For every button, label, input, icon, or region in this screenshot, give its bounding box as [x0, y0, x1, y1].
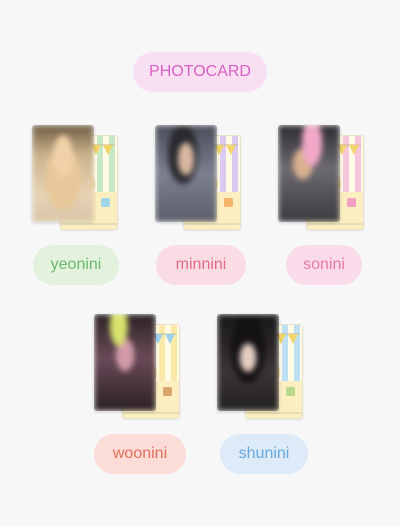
member-photo — [278, 125, 340, 222]
member-name-pill-sonini[interactable]: sonini — [286, 245, 362, 285]
photocard-set-woonini[interactable] — [94, 314, 204, 426]
member-name-pill-woonini[interactable]: woonini — [94, 434, 186, 474]
photocard-set-yeonini[interactable] — [32, 125, 142, 237]
photocard-title: PHOTOCARD — [149, 63, 251, 80]
member-photo — [94, 314, 156, 411]
member-name-pill-yeonini[interactable]: yeonini — [33, 245, 119, 285]
member-name: yeonini — [50, 256, 102, 273]
member-photo — [155, 125, 217, 222]
member-name: sonini — [303, 256, 345, 273]
member-name-pill-minnini[interactable]: minnini — [156, 245, 246, 285]
member-name: shunini — [238, 445, 290, 462]
member-photo — [32, 125, 94, 222]
member-photo — [217, 314, 279, 411]
member-name: woonini — [112, 445, 168, 462]
photocard-header: PHOTOCARD — [133, 52, 267, 92]
photocard-set-sonini[interactable] — [278, 125, 388, 237]
member-name-pill-shunini[interactable]: shunini — [220, 434, 308, 474]
photocard-set-minnini[interactable] — [155, 125, 265, 237]
member-name: minnini — [175, 256, 227, 273]
photocard-set-shunini[interactable] — [217, 314, 327, 426]
